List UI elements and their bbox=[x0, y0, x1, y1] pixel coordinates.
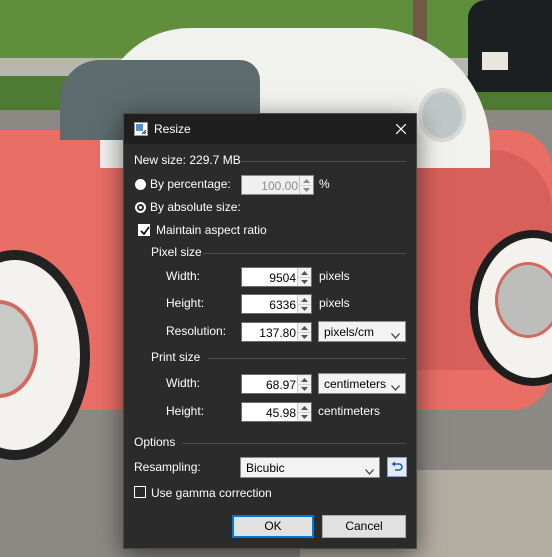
by-percentage-radio[interactable] bbox=[135, 179, 146, 190]
print-height-stepper[interactable] bbox=[297, 403, 311, 421]
reset-resampling-button[interactable] bbox=[387, 457, 407, 477]
print-height-input[interactable]: 45.98 bbox=[241, 402, 312, 422]
print-height-unit: centimeters bbox=[318, 404, 381, 418]
spin-down-icon[interactable] bbox=[300, 185, 313, 194]
spin-down-icon[interactable] bbox=[298, 332, 311, 341]
resolution-unit-select[interactable]: pixels/cm bbox=[318, 321, 406, 342]
divider bbox=[203, 253, 406, 254]
print-width-input[interactable]: 68.97 bbox=[241, 374, 312, 394]
new-size-label: New size: 229.7 MB bbox=[134, 153, 241, 167]
spin-down-icon[interactable] bbox=[298, 384, 311, 393]
print-width-stepper[interactable] bbox=[297, 375, 311, 393]
by-percentage-label[interactable]: By percentage: bbox=[150, 177, 231, 191]
pixel-width-stepper[interactable] bbox=[297, 268, 311, 286]
gamma-correction-label[interactable]: Use gamma correction bbox=[151, 486, 272, 500]
undo-icon bbox=[391, 461, 403, 471]
divider bbox=[207, 358, 406, 359]
pixel-width-input[interactable]: 9504 bbox=[241, 267, 312, 287]
by-absolute-size-radio[interactable] bbox=[135, 202, 146, 213]
gamma-correction-checkbox[interactable] bbox=[134, 486, 146, 498]
divider bbox=[182, 443, 406, 444]
options-heading: Options bbox=[134, 435, 176, 449]
pixel-width-label: Width: bbox=[166, 269, 201, 283]
ok-button[interactable]: OK bbox=[232, 515, 314, 538]
image-resize-icon bbox=[134, 122, 148, 136]
pixel-height-input[interactable]: 6336 bbox=[241, 294, 312, 314]
resolution-label: Resolution: bbox=[166, 324, 227, 338]
close-button[interactable] bbox=[386, 114, 416, 144]
by-absolute-size-label[interactable]: By absolute size: bbox=[150, 200, 241, 214]
chevron-down-icon bbox=[391, 380, 400, 394]
spin-down-icon[interactable] bbox=[298, 277, 311, 286]
spin-down-icon[interactable] bbox=[298, 304, 311, 313]
spin-down-icon[interactable] bbox=[298, 412, 311, 421]
cancel-button[interactable]: Cancel bbox=[322, 515, 406, 538]
checkmark-icon bbox=[140, 226, 150, 236]
chevron-down-icon bbox=[391, 328, 400, 342]
resampling-select[interactable]: Bicubic bbox=[240, 457, 380, 478]
chevron-down-icon bbox=[365, 464, 374, 478]
print-width-label: Width: bbox=[166, 376, 201, 390]
title-bar[interactable]: Resize bbox=[124, 114, 416, 144]
maintain-aspect-label[interactable]: Maintain aspect ratio bbox=[156, 223, 267, 237]
pixel-size-heading: Pixel size bbox=[151, 245, 202, 259]
divider bbox=[240, 161, 406, 162]
close-icon bbox=[396, 124, 406, 134]
percentage-stepper[interactable] bbox=[299, 176, 313, 194]
pixel-height-unit: pixels bbox=[319, 296, 350, 310]
print-unit-select[interactable]: centimeters bbox=[318, 373, 406, 394]
print-height-label: Height: bbox=[166, 404, 205, 418]
print-size-heading: Print size bbox=[151, 350, 201, 364]
percentage-input[interactable]: 100.00 bbox=[241, 175, 314, 195]
pixel-width-unit: pixels bbox=[319, 269, 350, 283]
resolution-input[interactable]: 137.80 bbox=[241, 322, 312, 342]
pixel-height-stepper[interactable] bbox=[297, 295, 311, 313]
percent-unit: % bbox=[319, 177, 330, 191]
maintain-aspect-checkbox[interactable] bbox=[138, 224, 150, 236]
resolution-stepper[interactable] bbox=[297, 323, 311, 341]
pixel-height-label: Height: bbox=[166, 296, 205, 310]
dialog-title: Resize bbox=[154, 122, 191, 136]
resize-dialog: Resize New size: 229.7 MB By percentage:… bbox=[123, 113, 417, 549]
resampling-label: Resampling: bbox=[134, 460, 201, 474]
